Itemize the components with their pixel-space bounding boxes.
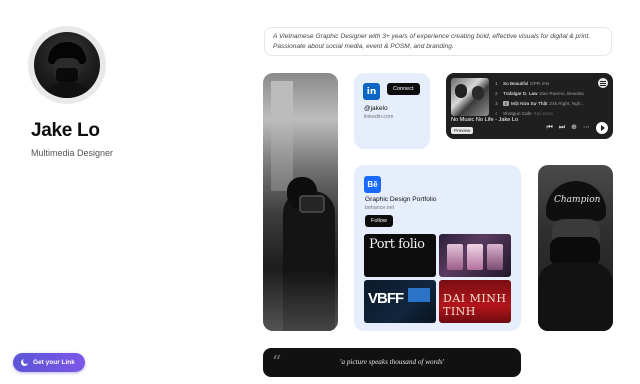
linkedin-handle: @jakelo — [364, 105, 388, 112]
track-title: Trafalgar D. Law — [503, 90, 538, 96]
profile-role: Multimedia Designer — [31, 148, 114, 158]
track-artist: DPR IAN — [530, 80, 550, 86]
add-icon[interactable]: ⊕ — [571, 124, 577, 132]
quote-card: “ 'a picture speaks thousand of words' — [263, 348, 521, 377]
portfolio-tile[interactable]: VBFF — [364, 280, 436, 323]
portfolio-grid: Port folio VBFF DAI MINH TINH — [364, 234, 511, 323]
play-icon[interactable] — [596, 122, 608, 134]
moon-icon — [21, 358, 29, 366]
cta-label: Get your Link — [33, 359, 75, 366]
track-row[interactable]: 2 Trafalgar D. Law Dan Raemo, Bewaka — [495, 88, 600, 98]
track-artist: Kali Kara — [533, 110, 553, 116]
behance-icon: Bē — [364, 176, 381, 193]
tracklist: 1 So Beautiful DPR IAN 2 Trafalgar D. La… — [495, 78, 600, 118]
portfolio-tile[interactable] — [439, 234, 511, 277]
photo-photographer — [263, 73, 338, 331]
bio-text: A Vietnamese Graphic Designer with 3+ ye… — [264, 27, 612, 56]
quote-text: 'a picture speaks thousand of words' — [339, 358, 445, 366]
track-row[interactable]: 1 So Beautiful DPR IAN — [495, 78, 600, 88]
behance-card[interactable]: Bē Graphic Design Portfolio behance.net … — [354, 165, 521, 331]
get-your-link-button[interactable]: Get your Link — [13, 353, 85, 372]
track-artist: 24k.Right, Ngh... — [549, 100, 585, 106]
more-icon[interactable]: ⋯ — [583, 124, 590, 132]
follow-button[interactable]: Follow — [365, 215, 393, 227]
preview-badge: Preview — [451, 127, 474, 134]
portfolio-tile[interactable]: Port folio — [364, 234, 436, 277]
portfolio-tile[interactable]: DAI MINH TINH — [439, 280, 511, 323]
now-playing-title: No Music No Life - Jake Lo — [451, 117, 519, 123]
spotify-embed[interactable]: 1 So Beautiful DPR IAN 2 Trafalgar D. La… — [446, 73, 613, 139]
connect-button[interactable]: Connect — [387, 83, 420, 95]
cap-brand-logo: Champion — [554, 195, 601, 205]
photo-portrait: Champion — [538, 165, 613, 331]
profile-name: Jake Lo — [31, 120, 100, 141]
track-artist: Dan Raemo, Bewaka — [539, 90, 584, 96]
player-controls: ⏮ ⏭ ⊕ ⋯ — [547, 122, 608, 134]
track-row[interactable]: 3 E Một Nửa Sự Thật 24k.Right, Ngh... — [495, 98, 600, 108]
track-title: Shotgun Cafe — [503, 110, 532, 116]
previous-icon[interactable]: ⏮ — [547, 124, 553, 132]
behance-title: Graphic Design Portfolio — [365, 196, 437, 203]
avatar-image — [34, 32, 100, 98]
linkedin-card[interactable]: in Connect @jakelo linkedin.com — [354, 73, 430, 149]
album-art — [451, 78, 489, 116]
track-title: So Beautiful — [503, 80, 529, 86]
linkedin-icon: in — [363, 83, 380, 100]
next-icon[interactable]: ⏭ — [559, 124, 565, 132]
profile-avatar — [28, 26, 106, 104]
behance-domain: behance.net — [365, 205, 395, 211]
track-title: Một Nửa Sự Thật — [511, 100, 548, 106]
linkedin-domain: linkedin.com — [364, 114, 394, 120]
explicit-icon: E — [503, 100, 509, 106]
